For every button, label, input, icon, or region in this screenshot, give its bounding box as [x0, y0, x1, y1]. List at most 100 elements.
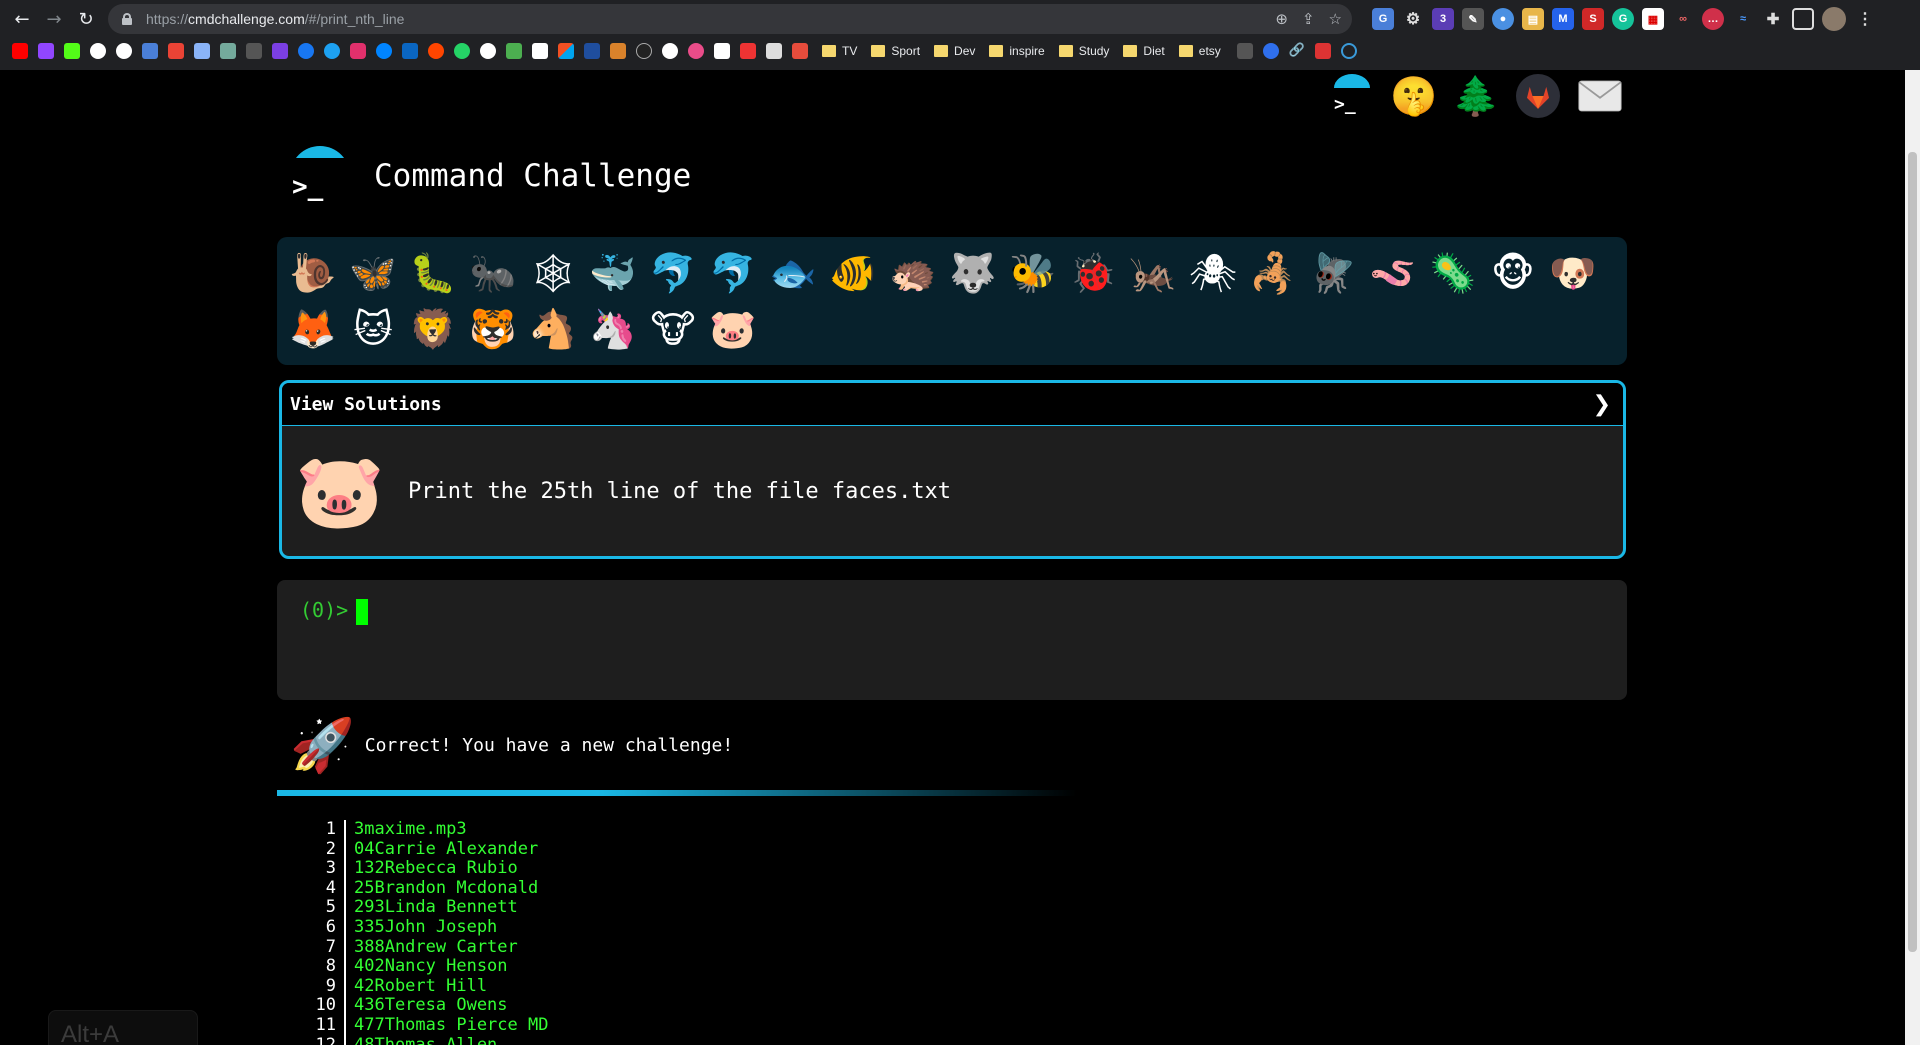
reddit-icon[interactable] [428, 43, 444, 59]
view-solutions-header[interactable]: View Solutions ❯ [282, 383, 1623, 426]
challenge-butterfly-icon[interactable]: 🦋 [343, 245, 403, 301]
reload-icon[interactable]: ↻ [70, 3, 102, 35]
bookmark-icon[interactable] [272, 43, 288, 59]
bookmark-folder-etsy[interactable]: etsy [1178, 44, 1221, 58]
codepen-icon[interactable] [714, 43, 730, 59]
youtube-icon[interactable] [12, 43, 28, 59]
challenge-unicorn-icon[interactable]: 🦄 [583, 301, 643, 357]
wave-ext-icon[interactable]: ≈ [1732, 8, 1754, 30]
glasses-ext-icon[interactable]: ∞ [1672, 8, 1694, 30]
challenge-fox-icon[interactable]: 🦊 [283, 301, 343, 357]
share-icon[interactable]: ⇪ [1302, 10, 1315, 28]
checker-icon[interactable] [532, 43, 548, 59]
challenge-cat-icon[interactable]: 🐱 [343, 301, 403, 357]
challenge-tiger-icon[interactable]: 🐯 [463, 301, 523, 357]
calendar-ext-icon[interactable]: ▦ [1642, 8, 1664, 30]
challenge-dolphin-icon[interactable]: 🐬 [643, 245, 703, 301]
challenge-microbe-icon[interactable]: 🦠 [1423, 245, 1483, 301]
chess-icon[interactable] [506, 43, 522, 59]
cloud-download-icon[interactable] [1340, 43, 1357, 59]
circle-c-icon[interactable] [1262, 43, 1279, 59]
shield-icon[interactable] [610, 43, 626, 59]
challenge-cow-icon[interactable]: 🐮 [643, 301, 703, 357]
bookmark-folder-study[interactable]: Study [1058, 44, 1109, 58]
scrollbar-thumb[interactable] [1908, 152, 1917, 952]
check-icon[interactable] [1314, 43, 1331, 59]
translate-ext-icon[interactable]: G [1372, 8, 1394, 30]
translate-icon[interactable] [142, 43, 158, 59]
bookmark-star-icon[interactable]: ☆ [1329, 10, 1342, 28]
shortcut-hint-popup[interactable]: Alt+A [48, 1010, 198, 1045]
google-images-icon[interactable] [116, 43, 132, 59]
forward-icon[interactable]: → [38, 3, 70, 35]
twitter-icon[interactable] [324, 43, 340, 59]
zoom-icon[interactable]: ⊕ [1275, 10, 1288, 28]
envelope-icon[interactable] [1578, 74, 1622, 118]
challenge-lion-icon[interactable]: 🦁 [403, 301, 463, 357]
bookmark-folder-diet[interactable]: Diet [1123, 44, 1165, 58]
challenge-wolf-icon[interactable]: 🐺 [943, 245, 1003, 301]
tree-icon[interactable]: 🌲 [1452, 74, 1499, 118]
challenge-hedgehog-icon[interactable]: 🦔 [883, 245, 943, 301]
challenge-cricket-icon[interactable]: 🦗 [1123, 245, 1183, 301]
sidepanel-icon[interactable] [1792, 8, 1814, 30]
challenge-ladybug-icon[interactable]: 🐞 [1063, 245, 1123, 301]
challenge-tropical-fish-icon[interactable]: 🐠 [823, 245, 883, 301]
linkedin-icon[interactable] [402, 43, 418, 59]
challenge-caterpillar-icon[interactable]: 🐛 [403, 245, 463, 301]
gear-ext-icon[interactable]: ⚙ [1402, 8, 1424, 30]
chevron-right-icon[interactable]: ❯ [1593, 392, 1611, 417]
facebook-icon[interactable] [298, 43, 314, 59]
challenge-snail-icon[interactable]: 🐌 [283, 245, 343, 301]
whatsapp-icon[interactable] [454, 43, 470, 59]
google-icon[interactable] [90, 43, 106, 59]
challenge-horse-icon[interactable]: 🐴 [523, 301, 583, 357]
challenge-shark-icon[interactable]: 🐬 [703, 245, 763, 301]
badge-ext-icon[interactable]: 3 [1432, 8, 1454, 30]
github-icon[interactable] [662, 43, 678, 59]
notes-ext-icon[interactable]: ▤ [1522, 8, 1544, 30]
challenge-fish-icon[interactable]: 🐟 [763, 245, 823, 301]
challenge-dog-icon[interactable]: 🐶 [1543, 245, 1603, 301]
terminal-input[interactable]: (0)> [277, 580, 1627, 700]
clock-icon[interactable] [480, 43, 496, 59]
challenge-spider-web-icon[interactable]: 🕸 [523, 245, 583, 301]
shushing-face-icon[interactable]: 🤫 [1390, 74, 1437, 118]
challenge-worm-icon[interactable]: 🪱 [1363, 245, 1423, 301]
challenge-monkey-icon[interactable]: 🐵 [1483, 245, 1543, 301]
reader-icon[interactable] [1236, 43, 1253, 59]
gmail-icon[interactable] [168, 43, 184, 59]
grammarly-ext-icon[interactable]: G [1612, 8, 1634, 30]
microsoft-icon[interactable] [558, 43, 574, 59]
challenge-pig-icon[interactable]: 🐷 [703, 301, 763, 357]
challenge-whale-icon[interactable]: 🐳 [583, 245, 643, 301]
search-ext-icon[interactable]: ● [1492, 8, 1514, 30]
bookmark-folder-inspire[interactable]: inspire [989, 44, 1045, 58]
address-bar[interactable]: https://cmdchallenge.com/#/print_nth_lin… [108, 4, 1352, 34]
challenge-spider-icon[interactable]: 🕷 [1183, 245, 1243, 301]
chat-ext-icon[interactable]: … [1702, 8, 1724, 30]
gitlab-icon[interactable] [1516, 74, 1560, 118]
pen-ext-icon[interactable]: ✎ [1462, 8, 1484, 30]
instagram-icon[interactable] [350, 43, 366, 59]
kick-icon[interactable] [64, 43, 80, 59]
messenger-icon[interactable] [376, 43, 392, 59]
challenge-ant-icon[interactable]: 🐜 [463, 245, 523, 301]
back-icon[interactable]: ← [6, 3, 38, 35]
s-ext-icon[interactable]: S [1582, 8, 1604, 30]
puzzle-icon[interactable]: ✚ [1762, 8, 1784, 30]
avatar[interactable] [1822, 7, 1846, 31]
gemini-icon[interactable] [194, 43, 210, 59]
mail-ext-icon[interactable]: M [1552, 8, 1574, 30]
hackerrank-icon[interactable] [584, 43, 600, 59]
challenge-bee-icon[interactable]: 🐝 [1003, 245, 1063, 301]
twitch-icon[interactable] [38, 43, 54, 59]
heart-icon[interactable] [740, 43, 756, 59]
challenge-fly-icon[interactable]: 🪰 [1303, 245, 1363, 301]
dribbble-icon[interactable] [688, 43, 704, 59]
menu-dots-icon[interactable]: ⋮ [1854, 8, 1876, 30]
bookmark-folder-sport[interactable]: Sport [871, 44, 920, 58]
doc-icon[interactable] [766, 43, 782, 59]
site-logo-icon[interactable]: >_ [288, 144, 352, 208]
chart-icon[interactable] [792, 43, 808, 59]
